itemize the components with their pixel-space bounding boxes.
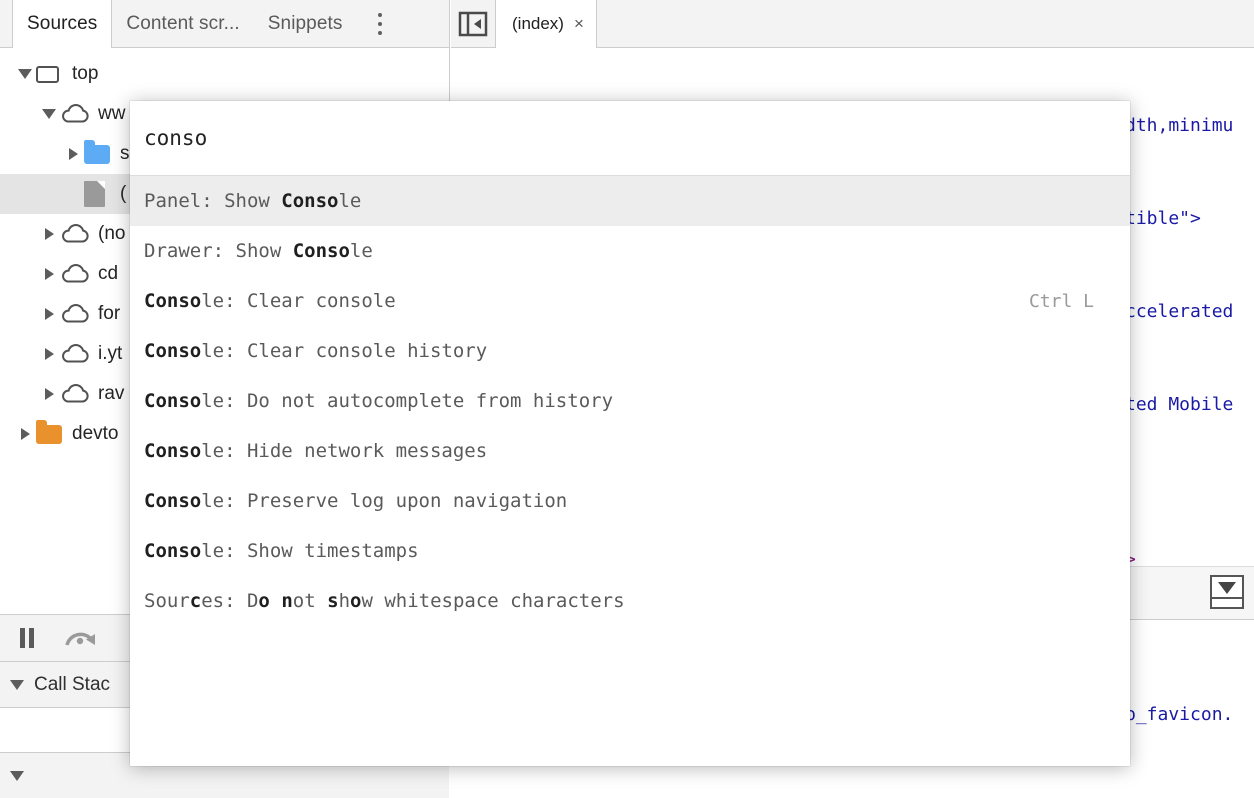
command-item-clear-console[interactable]: Console: Clear console Ctrl L — [130, 276, 1130, 326]
frame-icon — [36, 65, 64, 83]
code-fragment: p_favicon. — [1125, 704, 1234, 725]
tab-sources[interactable]: Sources — [12, 0, 113, 48]
tab-content-scripts[interactable]: Content scr... — [112, 0, 253, 47]
dot — [377, 12, 382, 17]
code-overflow-column: dth,minimu tible"> ccelerated ted Mobile… — [1125, 48, 1233, 766]
folder-blue-icon — [84, 139, 112, 164]
command-menu: Panel: Show Console Drawer: Show Console… — [130, 101, 1130, 766]
twisty-closed-icon[interactable] — [38, 388, 60, 400]
command-item-label: Console: Preserve log upon navigation — [144, 490, 568, 512]
command-input[interactable] — [130, 126, 1130, 150]
cloud-glyph — [62, 104, 89, 123]
command-item-label: Console: Clear console — [144, 290, 396, 312]
twisty-closed-icon[interactable] — [38, 348, 60, 360]
command-item-label: Console: Clear console history — [144, 340, 488, 362]
pause-bar — [29, 628, 34, 648]
editor-tab-label: (index) — [512, 14, 564, 33]
command-input-row — [130, 101, 1130, 176]
tab-content-scripts-label: Content scr... — [126, 12, 240, 34]
close-icon[interactable]: × — [574, 14, 584, 34]
show-navigator-icon[interactable] — [451, 0, 496, 47]
command-item-drawer-show-console[interactable]: Drawer: Show Console — [130, 226, 1130, 276]
tree-item-label: ww — [98, 103, 126, 124]
command-item-panel-show-console[interactable]: Panel: Show Console — [130, 176, 1130, 226]
tree-item-label: i.yt — [98, 343, 123, 364]
command-item-label: Sources: Do not show whitespace characte… — [144, 590, 625, 612]
dot — [377, 30, 382, 35]
twisty-open-icon[interactable] — [0, 679, 34, 690]
command-item-do-not-show-whitespace-characters[interactable]: Sources: Do not show whitespace characte… — [130, 576, 1130, 626]
tree-item-label: ( — [120, 183, 127, 204]
command-item-label: Console: Hide network messages — [144, 440, 488, 462]
twisty-closed-icon[interactable] — [38, 228, 60, 240]
command-item-label: Console: Do not autocomplete from histor… — [144, 390, 614, 412]
command-item-clear-console-history[interactable]: Console: Clear console history — [130, 326, 1130, 376]
file-icon — [84, 181, 112, 207]
pause-icon[interactable] — [0, 628, 54, 648]
cloud-icon — [60, 224, 90, 244]
code-fragment: tible"> — [1125, 208, 1201, 229]
tree-item-label: rav — [98, 383, 125, 404]
twisty-closed-icon[interactable] — [38, 308, 60, 320]
code-fragment: ccelerated — [1125, 301, 1234, 322]
command-item-hide-network-messages[interactable]: Console: Hide network messages — [130, 426, 1130, 476]
twisty-closed-icon[interactable] — [38, 268, 60, 280]
step-over-glyph — [65, 632, 95, 646]
code-fragment: ted Mobile — [1125, 394, 1234, 415]
command-item-label: Panel: Show Console — [144, 190, 362, 212]
twisty-open-icon[interactable] — [38, 109, 60, 119]
cloud-icon — [60, 264, 90, 284]
twisty-open-icon[interactable] — [0, 770, 34, 781]
tree-item-label: for — [98, 303, 121, 324]
tree-item-label: cd — [98, 263, 119, 284]
tree-item-label: s — [120, 143, 130, 164]
tree-item-label: (no — [98, 223, 126, 244]
navigator-tabbar: Sources Content scr... Snippets — [0, 0, 449, 48]
tab-snippets[interactable]: Snippets — [254, 0, 357, 47]
cloud-icon — [60, 384, 90, 404]
folder-orange-icon — [36, 419, 64, 444]
tab-snippets-label: Snippets — [267, 12, 343, 34]
divider — [1212, 597, 1242, 599]
dot — [377, 21, 382, 26]
cloud-icon — [60, 104, 90, 124]
tab-sources-label: Sources — [27, 13, 98, 34]
panel-toggle-glyph — [458, 11, 488, 36]
cloud-icon — [60, 344, 90, 364]
command-item-label: Drawer: Show Console — [144, 240, 373, 262]
twisty-closed-icon[interactable] — [14, 428, 36, 440]
tree-item-label: devto — [72, 423, 119, 444]
twisty-open-icon[interactable] — [14, 69, 36, 79]
more-options-icon[interactable] — [363, 0, 397, 47]
code-fragment: dth,minimu — [1125, 115, 1234, 136]
twisty-closed-icon[interactable] — [62, 148, 84, 160]
dropdown-filter-icon[interactable] — [1210, 575, 1244, 609]
command-item-do-not-autocomplete-from-history[interactable]: Console: Do not autocomplete from histor… — [130, 376, 1130, 426]
pause-bar — [20, 628, 25, 648]
command-item-shortcut: Ctrl L — [1028, 290, 1094, 312]
command-item-preserve-log-upon-navigation[interactable]: Console: Preserve log upon navigation — [130, 476, 1130, 526]
step-over-icon[interactable] — [54, 626, 108, 650]
call-stack-title: Call Stac — [34, 673, 111, 695]
tree-item-label: top — [72, 63, 99, 84]
chevron-down-icon — [1218, 582, 1236, 594]
command-item-show-timestamps[interactable]: Console: Show timestamps — [130, 526, 1130, 576]
editor-tab-index[interactable]: (index) × — [496, 0, 597, 48]
command-list: Panel: Show Console Drawer: Show Console… — [130, 176, 1130, 626]
cloud-icon — [60, 304, 90, 324]
tree-item-top[interactable]: top — [0, 54, 449, 94]
editor-tabbar: (index) × — [451, 0, 1254, 48]
command-item-label: Console: Show timestamps — [144, 540, 419, 562]
